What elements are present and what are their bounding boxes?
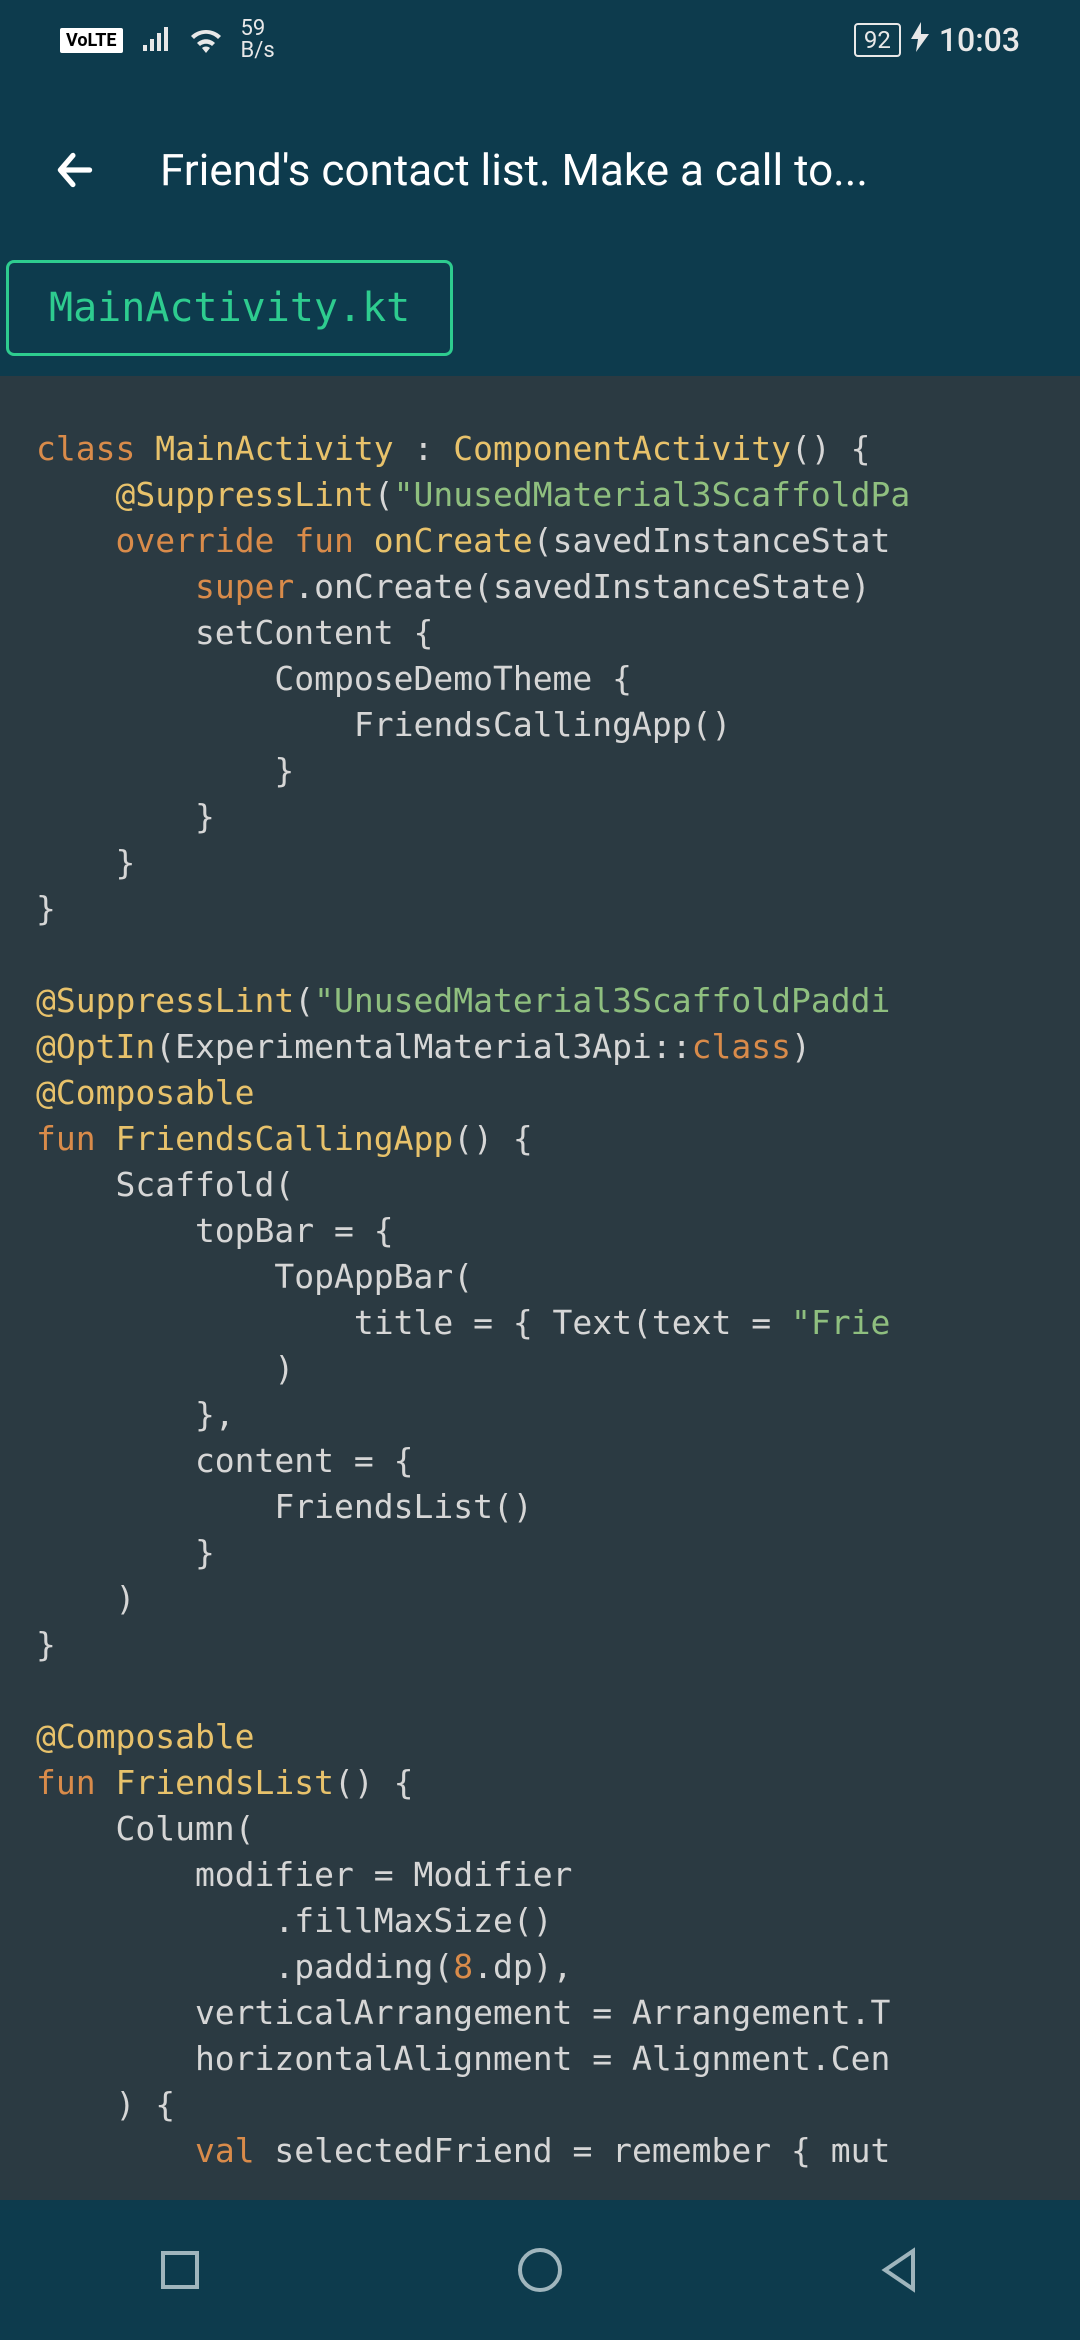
battery-indicator: 92: [854, 23, 901, 57]
charging-icon: [911, 22, 929, 59]
app-header: Friend's contact list. Make a call to...: [0, 80, 1080, 260]
status-right: 92 10:03: [854, 21, 1020, 59]
back-button[interactable]: [40, 135, 110, 205]
volte-badge: VoLTE: [60, 28, 123, 53]
nav-recents-button[interactable]: [150, 2240, 210, 2300]
network-speed: 59B/s: [241, 18, 275, 62]
clock: 10:03: [939, 21, 1020, 59]
status-left: VoLTE 59B/s: [60, 18, 275, 62]
wifi-icon: [189, 27, 223, 53]
file-tab-mainactivity[interactable]: MainActivity.kt: [6, 260, 453, 356]
status-bar: VoLTE 59B/s 92 10:03: [0, 0, 1080, 80]
page-title: Friend's contact list. Make a call to...: [160, 144, 1040, 196]
nav-home-button[interactable]: [510, 2240, 570, 2300]
tab-row: MainActivity.kt: [0, 260, 1080, 376]
signal-icon: [141, 27, 171, 53]
nav-back-button[interactable]: [870, 2240, 930, 2300]
code-viewer[interactable]: class MainActivity : ComponentActivity()…: [0, 376, 1080, 2236]
system-nav-bar: [0, 2200, 1080, 2340]
